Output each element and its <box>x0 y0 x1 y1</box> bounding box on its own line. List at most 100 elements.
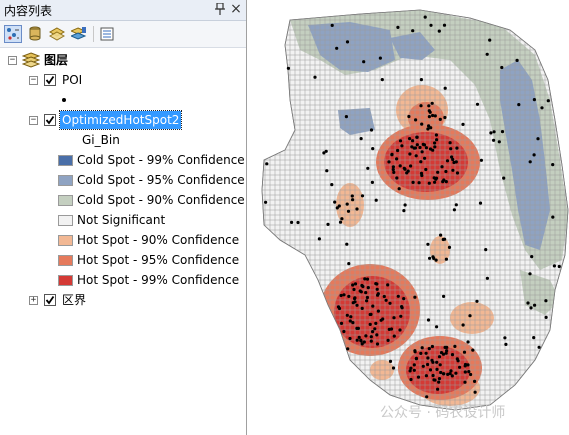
poi-point <box>463 380 467 384</box>
poi-point <box>410 145 414 149</box>
poi-point <box>414 356 418 360</box>
table-of-contents-panel: 内容列表 × − 图层 − POI − OptimizedHotSpot2 Gi… <box>0 0 247 435</box>
map-view[interactable] <box>250 0 569 435</box>
poi-point <box>368 322 372 326</box>
layer-row-poi[interactable]: − POI <box>0 71 246 89</box>
poi-point <box>348 336 352 341</box>
list-by-selection-icon[interactable] <box>70 25 88 43</box>
list-by-visibility-icon[interactable] <box>48 25 66 43</box>
poi-point <box>517 103 521 107</box>
legend-item[interactable]: Cold Spot - 90% Confidence <box>0 191 246 209</box>
poi-point <box>497 140 501 144</box>
hotspot-map[interactable] <box>250 0 569 435</box>
legend-label: Hot Spot - 95% Confidence <box>77 253 240 267</box>
poi-point <box>333 200 337 204</box>
toolbar-separator <box>93 26 94 42</box>
poi-point <box>416 375 421 379</box>
legend-label: Hot Spot - 99% Confidence <box>77 273 240 287</box>
poi-point <box>445 159 450 163</box>
pin-icon[interactable] <box>212 1 228 17</box>
poi-point <box>330 23 334 27</box>
renderer-field-label: Gi_Bin <box>82 133 120 147</box>
tree-root-layers[interactable]: − 图层 <box>0 51 246 69</box>
poi-point <box>415 143 419 147</box>
poi-point <box>324 149 328 153</box>
collapse-toggle[interactable]: − <box>8 56 17 65</box>
poi-point <box>406 169 410 173</box>
poi-point <box>484 248 488 252</box>
poi-point <box>428 256 432 260</box>
layer-visibility-checkbox[interactable] <box>44 114 56 126</box>
poi-point <box>433 145 437 149</box>
poi-point <box>371 304 375 308</box>
close-icon[interactable]: × <box>228 1 244 17</box>
poi-point <box>392 334 396 338</box>
poi-point <box>461 122 465 126</box>
poi-point <box>344 115 348 119</box>
poi-point <box>430 101 434 105</box>
poi-point <box>435 360 439 364</box>
expand-toggle[interactable]: + <box>29 296 38 305</box>
poi-point <box>353 300 357 304</box>
layer-row-district-boundary[interactable]: + 区界 <box>0 291 246 309</box>
poi-point <box>326 222 330 226</box>
watermark: 公众号 · 码农设计师 <box>380 405 506 421</box>
poi-point <box>286 66 290 70</box>
poi-point <box>403 203 407 207</box>
poi-point <box>426 318 431 322</box>
poi-point <box>475 102 480 106</box>
options-icon[interactable] <box>98 25 116 43</box>
poi-point <box>362 60 366 64</box>
poi-point <box>434 133 438 137</box>
collapse-toggle[interactable]: − <box>29 116 38 125</box>
poi-point <box>396 294 400 298</box>
layer-visibility-checkbox[interactable] <box>44 294 56 306</box>
legend-item[interactable]: Hot Spot - 99% Confidence <box>0 271 246 289</box>
poi-point <box>439 370 443 375</box>
poi-point <box>546 99 550 103</box>
poi-point <box>441 352 446 356</box>
poi-point <box>424 146 428 150</box>
poi-point <box>466 363 470 367</box>
collapse-toggle[interactable]: − <box>29 76 38 85</box>
poi-point <box>429 23 433 27</box>
layer-row-optimizedhotspot2[interactable]: − OptimizedHotSpot2 <box>0 110 246 130</box>
poi-point <box>544 299 548 303</box>
poi-point <box>342 293 346 297</box>
toc-titlebar[interactable]: 内容列表 × <box>0 0 246 21</box>
poi-point <box>427 115 431 119</box>
poi-point <box>413 349 417 353</box>
poi-point <box>419 104 423 108</box>
legend-item[interactable]: Hot Spot - 95% Confidence <box>0 251 246 269</box>
list-by-source-icon[interactable] <box>26 25 44 43</box>
poi-point <box>340 217 344 221</box>
list-by-drawing-order-icon[interactable] <box>4 25 22 43</box>
poi-point <box>409 366 413 370</box>
poi-point <box>467 370 471 374</box>
legend-item[interactable]: Cold Spot - 95% Confidence <box>0 171 246 189</box>
poi-point <box>426 127 430 131</box>
poi-point <box>398 328 402 332</box>
poi-point <box>492 130 496 134</box>
legend-swatch <box>58 195 73 206</box>
legend-label: Hot Spot - 90% Confidence <box>77 233 240 247</box>
poi-point <box>335 46 339 50</box>
poi-point <box>469 372 473 377</box>
poi-point <box>414 154 418 158</box>
poi-point <box>424 351 428 355</box>
layer-name[interactable]: OptimizedHotSpot2 <box>58 110 183 130</box>
poi-symbol-row <box>0 91 246 109</box>
poi-point <box>424 167 428 172</box>
legend-swatch <box>58 275 73 286</box>
poi-point <box>529 306 533 310</box>
poi-point <box>378 56 382 60</box>
poi-point <box>345 242 349 246</box>
poi-point <box>421 364 425 368</box>
poi-point <box>439 233 443 237</box>
poi-point <box>313 75 317 79</box>
poi-point <box>419 78 423 82</box>
layer-visibility-checkbox[interactable] <box>44 74 56 86</box>
legend-item[interactable]: Hot Spot - 90% Confidence <box>0 231 246 249</box>
legend-item[interactable]: Cold Spot - 99% Confidence <box>0 151 246 169</box>
legend-item[interactable]: Not Significant <box>0 211 246 229</box>
